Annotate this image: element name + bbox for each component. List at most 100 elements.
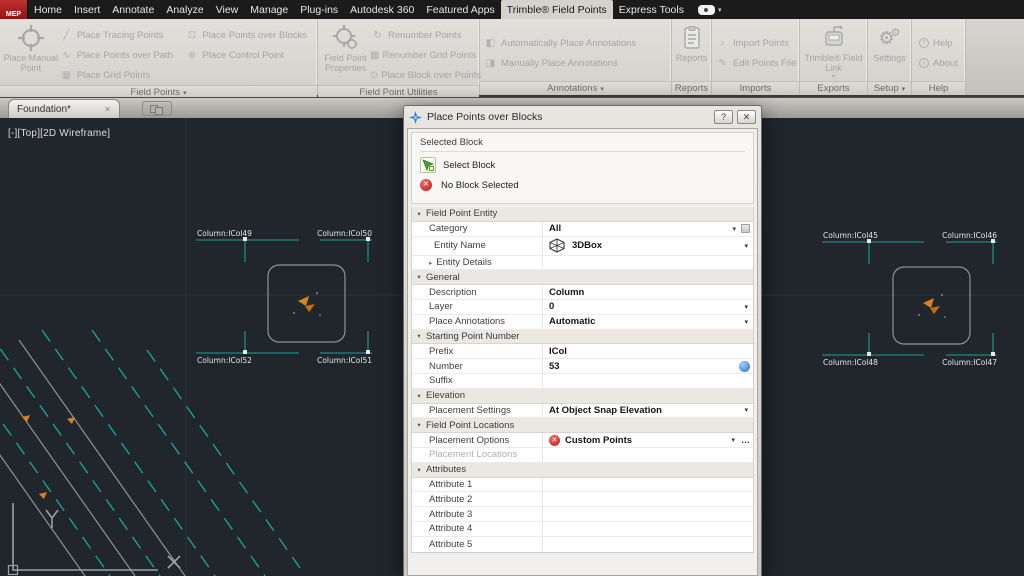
help-button[interactable]: ? Help: [919, 33, 962, 53]
app-logo[interactable]: MEP: [0, 0, 28, 19]
help-icon: ?: [919, 38, 929, 48]
close-icon[interactable]: ✕: [104, 105, 111, 114]
tab-plugins[interactable]: Plug-ins: [294, 0, 344, 19]
settings-button[interactable]: ⚙⚙ Settings: [871, 21, 908, 81]
select-block-button[interactable]: Select Block: [420, 157, 745, 173]
tab-annotate[interactable]: Annotate: [106, 0, 160, 19]
panel-footer-annotations[interactable]: Annotations▾: [480, 81, 671, 95]
place-annotations-select[interactable]: Automatic ▾: [542, 315, 753, 329]
row-entity-details[interactable]: ▸Entity Details: [412, 256, 753, 271]
chevron-down-icon[interactable]: ▾: [742, 242, 750, 250]
attribute-5-input[interactable]: [542, 537, 753, 552]
row-category: Category All ▾: [412, 222, 753, 237]
property-label: Category: [412, 223, 542, 234]
panel-footer-setup[interactable]: Setup▾: [868, 81, 911, 95]
place-points-over-blocks-dialog: Place Points over Blocks ? ✕ Selected Bl…: [403, 105, 762, 576]
dialog-help-button[interactable]: ?: [714, 110, 733, 124]
tab-view[interactable]: View: [210, 0, 245, 19]
import-points-button[interactable]: ⌕ Import Points: [715, 33, 796, 53]
renumber-points-button[interactable]: ↻ Renumber Points: [370, 25, 476, 45]
placement-settings-select[interactable]: At Object Snap Elevation ▾: [542, 404, 753, 418]
place-tracing-points-label: Place Tracing Points: [77, 30, 164, 41]
tab-trimble-field-points[interactable]: Trimble® Field Points: [501, 0, 613, 19]
new-drawing-button[interactable]: [142, 101, 172, 116]
panel-help: ? Help i About Help: [912, 19, 966, 95]
panel-footer-reports[interactable]: Reports: [672, 81, 711, 95]
property-label: Placement Locations: [412, 449, 542, 460]
category-select[interactable]: All ▾: [542, 222, 753, 236]
ellipsis-button[interactable]: …: [741, 435, 750, 445]
place-grid-points-button[interactable]: ▦ Place Grid Points: [59, 65, 185, 85]
placement-options-select[interactable]: ✕ Custom Points ▾ …: [542, 433, 753, 447]
tab-insert[interactable]: Insert: [68, 0, 106, 19]
place-tracing-points-button[interactable]: ╱ Place Tracing Points: [59, 25, 185, 45]
chevron-down-icon[interactable]: ▾: [729, 436, 737, 444]
description-input[interactable]: Column: [542, 285, 753, 299]
property-label: Entity Details: [436, 257, 491, 268]
section-elevation[interactable]: ▾ Elevation: [412, 389, 753, 404]
section-general[interactable]: ▾ General: [412, 270, 753, 285]
layer-select[interactable]: 0 ▾: [542, 300, 753, 314]
section-field-point-locations[interactable]: ▾ Field Point Locations: [412, 418, 753, 433]
select-block-icon: [420, 157, 436, 173]
place-points-over-path-button[interactable]: ∿ Place Points over Path: [59, 45, 185, 65]
attribute-1-input[interactable]: [542, 478, 753, 492]
chevron-down-icon[interactable]: ▾: [742, 406, 750, 414]
attribute-2-input[interactable]: [542, 492, 753, 506]
place-manual-point-button[interactable]: Place Manual Point: [3, 21, 59, 85]
ribbon-display-toggle[interactable]: ▾: [698, 0, 722, 19]
property-value: At Object Snap Elevation: [549, 405, 662, 416]
tab-autodesk-360[interactable]: Autodesk 360: [344, 0, 420, 19]
edit-points-file-button[interactable]: ✎ Edit Points File: [715, 53, 796, 73]
dialog-title-bar[interactable]: Place Points over Blocks ? ✕: [404, 106, 761, 128]
section-attributes[interactable]: ▾ Attributes: [412, 463, 753, 478]
dashed-cad-lines: [0, 330, 300, 576]
panel-footer-imports[interactable]: Imports: [712, 81, 799, 95]
suffix-input[interactable]: [542, 374, 753, 388]
drawing-tab-foundation[interactable]: Foundation* ✕: [8, 99, 120, 119]
tab-manage[interactable]: Manage: [244, 0, 294, 19]
row-prefix: Prefix ICol: [412, 344, 753, 359]
place-block-over-points-button[interactable]: ⊙ Place Block over Points: [370, 65, 476, 85]
number-input[interactable]: 53: [542, 359, 753, 373]
panel-footer-label: Annotations: [547, 83, 597, 94]
tab-home[interactable]: Home: [28, 0, 68, 19]
place-points-over-blocks-button[interactable]: ⊡ Place Points over Blocks: [184, 25, 314, 45]
prefix-input[interactable]: ICol: [542, 344, 753, 358]
tab-express-tools[interactable]: Express Tools: [613, 0, 690, 19]
field-point-marker: [293, 292, 321, 316]
renumber-globe-icon[interactable]: [739, 361, 750, 372]
tab-analyze[interactable]: Analyze: [160, 0, 209, 19]
tab-featured-apps[interactable]: Featured Apps: [420, 0, 500, 19]
panel-annotations: ◧ Automatically Place Annotations ◨ Manu…: [480, 19, 672, 95]
info-icon: i: [919, 58, 929, 68]
attribute-4-input[interactable]: [542, 522, 753, 536]
attribute-3-input[interactable]: [542, 507, 753, 521]
section-starting-point-number[interactable]: ▾ Starting Point Number: [412, 330, 753, 345]
edit-pencil-icon: ✎: [715, 58, 730, 69]
property-value: 53: [549, 361, 560, 372]
dialog-close-button[interactable]: ✕: [737, 110, 756, 124]
chevron-down-icon[interactable]: ▾: [730, 225, 738, 233]
trimble-field-link-button[interactable]: Trimble® Field Link ▾: [803, 21, 864, 81]
renumber-points-label: Renumber Points: [388, 30, 461, 41]
viewport-controls-label[interactable]: [-][Top][2D Wireframe]: [8, 128, 110, 139]
collapse-arrow-icon: ▾: [412, 273, 426, 281]
field-point-properties-button[interactable]: Field Point Properties: [321, 21, 370, 85]
field-point-properties-label: Field Point Properties: [321, 53, 370, 74]
entity-name-select[interactable]: 3DBox ▾: [542, 237, 753, 255]
section-field-point-entity[interactable]: ▾ Field Point Entity: [412, 207, 753, 222]
chevron-down-icon[interactable]: ▾: [742, 303, 750, 311]
panel-footer-exports[interactable]: Exports: [800, 81, 867, 95]
panel-footer-help[interactable]: Help: [912, 81, 965, 95]
reports-button[interactable]: Reports: [675, 21, 708, 81]
chevron-down-icon[interactable]: ▾: [742, 318, 750, 326]
about-button[interactable]: i About: [919, 53, 962, 73]
automatically-place-annotations-button[interactable]: ◧ Automatically Place Annotations: [483, 33, 667, 53]
tracing-line-icon: ╱: [59, 30, 74, 41]
renumber-grid-points-button[interactable]: ▦ Renumber Grid Points: [370, 45, 476, 65]
field-point-marker: [918, 294, 946, 318]
point-label: Column:ICol51: [317, 356, 372, 365]
place-control-point-button[interactable]: ⊕ Place Control Point: [184, 45, 314, 65]
manually-place-annotations-button[interactable]: ◨ Manually Place Annotations: [483, 53, 667, 73]
